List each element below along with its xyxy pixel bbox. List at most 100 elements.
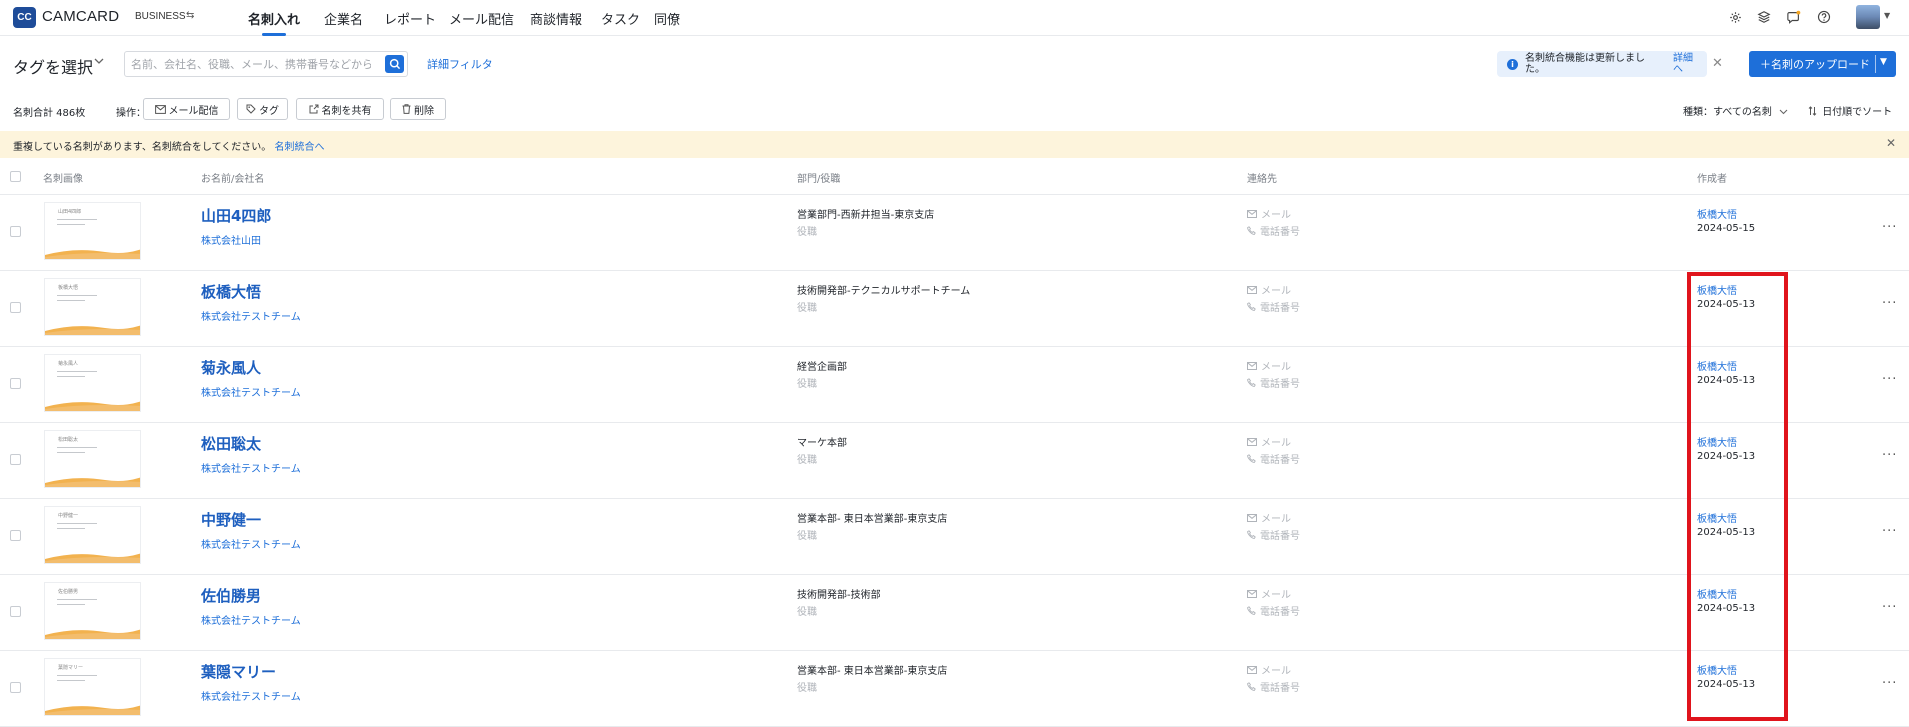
creator-link[interactable]: 板橋大悟 <box>1697 282 1737 297</box>
more-options-icon[interactable]: ··· <box>1882 296 1897 311</box>
merge-cards-link[interactable]: 名刺統合へ <box>275 142 325 153</box>
contact-name-link[interactable]: 板橋大悟 <box>201 281 261 302</box>
mail-icon <box>1247 209 1257 218</box>
creator-link[interactable]: 板橋大悟 <box>1697 206 1737 221</box>
department-text: マーケ本部 <box>797 438 847 449</box>
tab-tasks[interactable]: タスク <box>601 9 640 28</box>
close-icon[interactable]: ✕ <box>1712 56 1723 71</box>
role-placeholder: 役職 <box>797 227 817 238</box>
row-checkbox[interactable] <box>10 530 21 541</box>
mail-delivery-button[interactable]: メール配信 <box>143 98 230 120</box>
business-card-image[interactable]: 山田4四郎 <box>44 202 141 260</box>
tab-reports[interactable]: レポート <box>384 9 436 28</box>
card-image-name: 佐伯勝男 <box>58 589 79 595</box>
business-card-image[interactable]: 中野健一 <box>44 506 141 564</box>
business-card-image[interactable]: 葉隠マリー <box>44 658 141 716</box>
tag-icon <box>246 104 256 114</box>
search-input[interactable] <box>131 54 371 74</box>
notice-details-link[interactable]: 詳細へ <box>1673 53 1699 75</box>
more-options-icon[interactable]: ··· <box>1882 600 1897 615</box>
table-row[interactable]: 山田4四郎 山田4四郎 株式会社山田 営業部門-西新井担当-東京支店 役職 メー… <box>0 195 1909 271</box>
business-card-image[interactable]: 佐伯勝男 <box>44 582 141 640</box>
row-checkbox[interactable] <box>10 302 21 313</box>
business-card-image[interactable]: 菊永風人 <box>44 354 141 412</box>
tab-cardholder[interactable]: 名刺入れ <box>248 9 300 28</box>
tab-deals[interactable]: 商談情報 <box>530 9 582 28</box>
more-options-icon[interactable]: ··· <box>1882 220 1897 235</box>
contact-name-link[interactable]: 松田聡太 <box>201 433 261 454</box>
table-row[interactable]: 菊永風人 菊永風人 株式会社テストチーム 経営企画部 役職 メール 電話番号 板… <box>0 347 1909 423</box>
creator-link[interactable]: 板橋大悟 <box>1697 434 1737 449</box>
creator-link[interactable]: 板橋大悟 <box>1697 662 1737 677</box>
row-checkbox[interactable] <box>10 606 21 617</box>
phone-placeholder: 電話番号 <box>1260 303 1300 314</box>
camcard-logo-icon[interactable]: CC <box>13 7 36 28</box>
business-card-image[interactable]: 板橋大悟 <box>44 278 141 336</box>
advanced-filter-link[interactable]: 詳細フィルタ <box>427 56 493 72</box>
tab-companies[interactable]: 企業名 <box>324 9 363 28</box>
tab-mail-delivery[interactable]: メール配信 <box>449 9 514 28</box>
contact-name-link[interactable]: 中野健一 <box>201 509 261 530</box>
delete-label: 削除 <box>414 105 434 117</box>
company-name-link[interactable]: 株式会社テストチーム <box>201 612 301 627</box>
row-checkbox[interactable] <box>10 226 21 237</box>
contact-name-link[interactable]: 葉隠マリー <box>201 661 276 682</box>
swap-icon[interactable]: ⇆ <box>186 10 194 21</box>
contact-name-link[interactable]: 山田4四郎 <box>201 205 271 226</box>
contact-name-link[interactable]: 佐伯勝男 <box>201 585 261 606</box>
more-options-icon[interactable]: ··· <box>1882 372 1897 387</box>
creator-link[interactable]: 板橋大悟 <box>1697 510 1737 525</box>
card-total-count: 名刺合計 486枚 <box>13 108 86 119</box>
delete-button[interactable]: 削除 <box>390 98 446 120</box>
department-text: 営業部門-西新井担当-東京支店 <box>797 210 935 221</box>
card-wave-decoration <box>45 401 140 411</box>
help-icon[interactable] <box>1815 8 1833 26</box>
settings-icon[interactable] <box>1726 8 1744 26</box>
creator-link[interactable]: 板橋大悟 <box>1697 358 1737 373</box>
search-button[interactable] <box>385 55 404 73</box>
tag-select-dropdown[interactable]: タグを選択 <box>13 54 93 78</box>
select-all-checkbox[interactable] <box>10 171 21 182</box>
phone-icon <box>1247 682 1256 691</box>
more-options-icon[interactable]: ··· <box>1882 524 1897 539</box>
phone-icon <box>1247 530 1256 539</box>
chevron-down-icon[interactable]: ▼ <box>1880 57 1887 67</box>
app-name: CAMCARD <box>42 8 120 25</box>
contact-name-link[interactable]: 菊永風人 <box>201 357 261 378</box>
card-kind-filter[interactable]: 種類：すべての名刺 <box>1683 103 1788 118</box>
row-checkbox[interactable] <box>10 378 21 389</box>
more-options-icon[interactable]: ··· <box>1882 676 1897 691</box>
table-row[interactable]: 葉隠マリー 葉隠マリー 株式会社テストチーム 営業本部- 東日本営業部-東京支店… <box>0 651 1909 727</box>
company-name-link[interactable]: 株式会社テストチーム <box>201 308 301 323</box>
layers-icon[interactable] <box>1755 8 1773 26</box>
close-icon[interactable]: ✕ <box>1886 136 1896 150</box>
table-row[interactable]: 佐伯勝男 佐伯勝男 株式会社テストチーム 技術開発部-技術部 役職 メール 電話… <box>0 575 1909 651</box>
row-checkbox[interactable] <box>10 682 21 693</box>
phone-placeholder: 電話番号 <box>1260 227 1300 238</box>
sort-by-date-button[interactable]: 日付順でソート <box>1808 103 1892 118</box>
business-card-image[interactable]: 松田聡太 <box>44 430 141 488</box>
company-name-link[interactable]: 株式会社テストチーム <box>201 460 301 475</box>
table-row[interactable]: 松田聡太 松田聡太 株式会社テストチーム マーケ本部 役職 メール 電話番号 板… <box>0 423 1909 499</box>
table-row[interactable]: 中野健一 中野健一 株式会社テストチーム 営業本部- 東日本営業部-東京支店 役… <box>0 499 1909 575</box>
company-name-link[interactable]: 株式会社テストチーム <box>201 688 301 703</box>
chevron-down-icon[interactable] <box>93 55 105 70</box>
tag-button[interactable]: タグ <box>237 98 288 120</box>
company-name-link[interactable]: 株式会社山田 <box>201 232 261 247</box>
tab-colleagues[interactable]: 同僚 <box>654 9 680 28</box>
more-options-icon[interactable]: ··· <box>1882 448 1897 463</box>
company-name-link[interactable]: 株式会社テストチーム <box>201 536 301 551</box>
table-row[interactable]: 板橋大悟 板橋大悟 株式会社テストチーム 技術開発部-テクニカルサポートチーム … <box>0 271 1909 347</box>
chat-notification-icon[interactable] <box>1785 8 1803 26</box>
chevron-down-icon[interactable]: ▼ <box>1884 11 1890 20</box>
share-card-button[interactable]: 名刺を共有 <box>296 98 384 120</box>
contact-phone: 電話番号 <box>1247 451 1300 466</box>
row-checkbox[interactable] <box>10 454 21 465</box>
company-name-link[interactable]: 株式会社テストチーム <box>201 384 301 399</box>
role-placeholder: 役職 <box>797 683 817 694</box>
table-header: 名刺画像 お名前/会社名 部門/役職 連絡先 作成者 <box>0 158 1909 195</box>
user-avatar[interactable] <box>1856 5 1880 29</box>
edition-label[interactable]: BUSINESS <box>135 11 186 22</box>
upload-card-button[interactable]: ＋名刺のアップロード ▼ <box>1749 51 1896 77</box>
creator-link[interactable]: 板橋大悟 <box>1697 586 1737 601</box>
